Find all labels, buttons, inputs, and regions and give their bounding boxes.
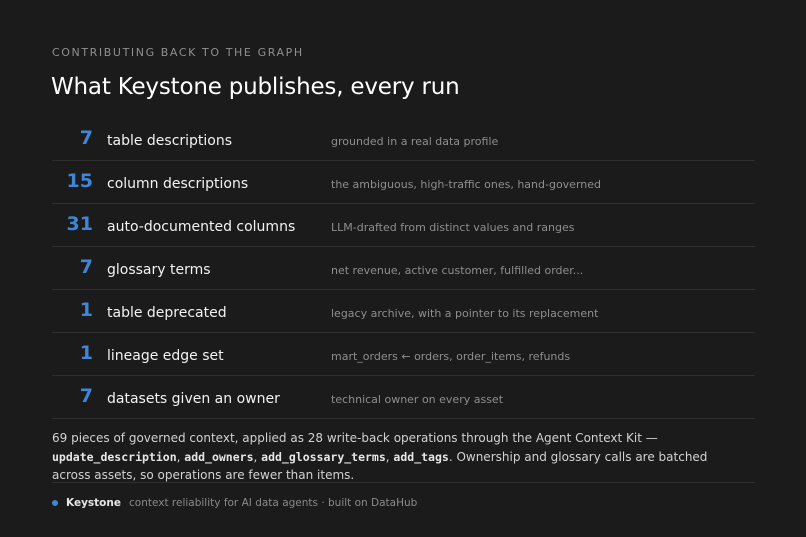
item-label: table descriptions (107, 133, 233, 149)
list-item: 7 table descriptions grounded in a real … (52, 118, 755, 161)
count: 1 (79, 299, 93, 321)
item-label: table deprecated (107, 305, 227, 321)
list-item: 15 column descriptions the ambiguous, hi… (52, 161, 755, 204)
item-description: legacy archive, with a pointer to its re… (331, 307, 599, 320)
item-label: lineage edge set (107, 348, 224, 364)
count: 1 (79, 342, 93, 364)
item-description: technical owner on every asset (331, 393, 504, 406)
page-title: What Keystone publishes, every run (51, 74, 460, 100)
count: 15 (66, 170, 93, 192)
divider (52, 482, 755, 483)
separator: , (253, 449, 262, 464)
metrics-list: 7 table descriptions grounded in a real … (52, 118, 755, 419)
item-label: column descriptions (107, 176, 249, 192)
count: 7 (79, 127, 93, 149)
item-label: glossary terms (107, 262, 211, 278)
item-label: auto-documented columns (107, 219, 296, 235)
code-add-glossary-terms: add_glossary_terms (261, 449, 386, 464)
code-add-tags: add_tags (393, 449, 449, 464)
summary-text: 69 pieces of governed context, applied a… (52, 429, 742, 485)
item-label: datasets given an owner (107, 391, 280, 407)
list-item: 31 auto-documented columns LLM-drafted f… (52, 204, 755, 247)
status-dot-icon (52, 500, 58, 506)
item-description: grounded in a real data profile (331, 135, 499, 148)
list-item: 7 datasets given an owner technical owne… (52, 376, 755, 419)
list-item: 7 glossary terms net revenue, active cus… (52, 247, 755, 290)
code-add-owners: add_owners (184, 449, 254, 464)
item-description: net revenue, active customer, fulfilled … (331, 264, 584, 277)
code-update-description: update_description (52, 449, 177, 464)
slide: CONTRIBUTING BACK TO THE GRAPH What Keys… (0, 0, 806, 537)
count: 7 (79, 385, 93, 407)
item-description: the ambiguous, high-traffic ones, hand-g… (331, 178, 601, 191)
list-item: 1 lineage edge set mart_orders ← orders,… (52, 333, 755, 376)
eyebrow: CONTRIBUTING BACK TO THE GRAPH (52, 46, 304, 59)
brand-name: Keystone (66, 497, 121, 509)
summary-part: 69 pieces of governed context, applied a… (52, 431, 658, 445)
item-description: LLM-drafted from distinct values and ran… (331, 221, 575, 234)
count: 7 (79, 256, 93, 278)
tagline: context reliability for AI data agents ·… (129, 497, 418, 509)
footer: Keystone context reliability for AI data… (52, 497, 417, 509)
item-description: mart_orders ← orders, order_items, refun… (331, 350, 571, 363)
list-item: 1 table deprecated legacy archive, with … (52, 290, 755, 333)
count: 31 (66, 213, 93, 235)
